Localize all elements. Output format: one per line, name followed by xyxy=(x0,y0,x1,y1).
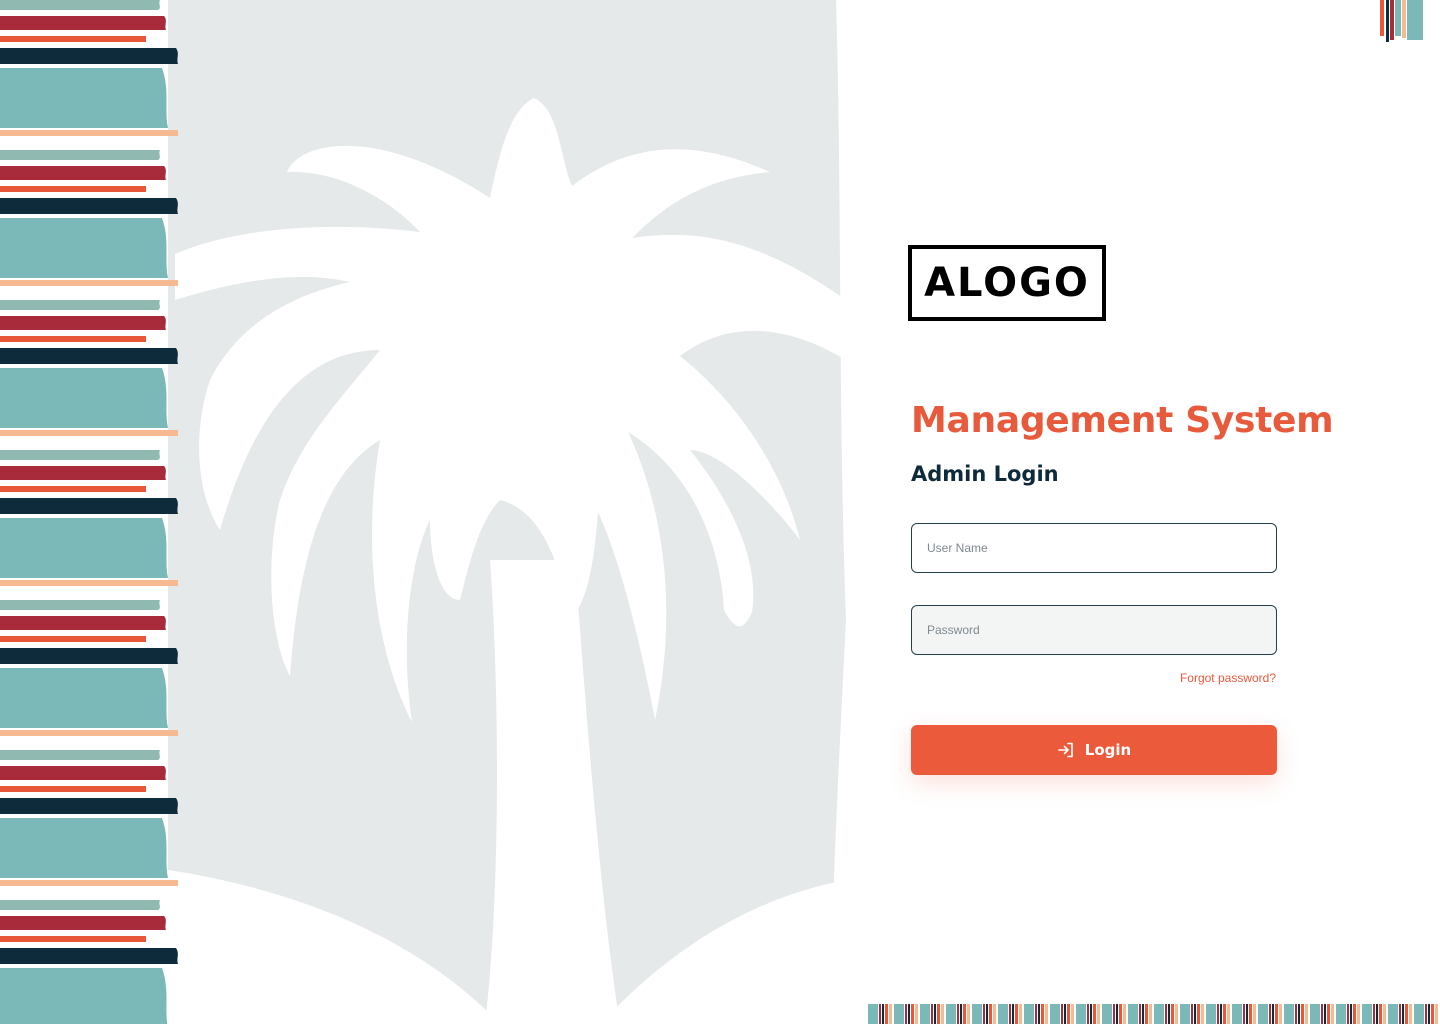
bottom-stripes-decoration xyxy=(868,1004,1440,1024)
brand-logo-text: ALOGO xyxy=(924,260,1090,306)
forgot-password-link[interactable]: Forgot password? xyxy=(1120,671,1276,685)
corner-stripes-decoration xyxy=(1380,0,1423,42)
login-arrow-icon xyxy=(1057,742,1073,758)
login-button[interactable]: Login xyxy=(911,725,1277,775)
hero-stripe-column xyxy=(0,0,178,1024)
password-input[interactable] xyxy=(911,605,1277,655)
username-input[interactable] xyxy=(911,523,1277,573)
brand-logo: ALOGO xyxy=(908,245,1106,321)
hero-illustration xyxy=(0,0,846,1024)
login-button-label: Login xyxy=(1084,741,1132,759)
login-page: ALOGO Management System Admin Login Forg… xyxy=(0,0,1440,1024)
page-title: Management System xyxy=(911,400,1334,441)
page-subtitle: Admin Login xyxy=(911,462,1059,486)
